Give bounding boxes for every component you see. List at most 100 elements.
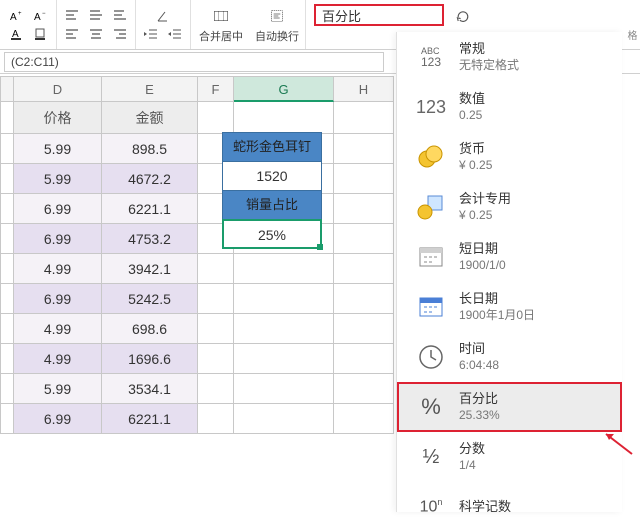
format-option-currency[interactable]: 货币¥ 0.25 — [397, 132, 622, 182]
cell[interactable] — [334, 344, 394, 374]
fill-color-icon[interactable] — [32, 26, 50, 42]
increase-indent-icon[interactable] — [166, 26, 184, 42]
cell[interactable] — [198, 254, 234, 284]
orientation-icon[interactable] — [154, 8, 172, 24]
format-option-percent[interactable]: %百分比25.33% — [397, 382, 622, 432]
format-option-title: 时间 — [459, 341, 499, 358]
cell[interactable] — [334, 224, 394, 254]
align-right-icon[interactable] — [111, 26, 129, 42]
row-header[interactable] — [0, 404, 14, 434]
cell[interactable] — [334, 284, 394, 314]
column-header-f[interactable]: F — [198, 76, 234, 102]
format-option-fraction[interactable]: ½分数1/4 — [397, 432, 622, 482]
cell-amount[interactable]: 6221.1 — [102, 194, 198, 224]
row-header[interactable] — [0, 224, 14, 254]
cell[interactable] — [198, 102, 234, 134]
cell[interactable] — [198, 314, 234, 344]
summary-value[interactable]: 1520 — [222, 161, 322, 191]
cell-amount[interactable]: 3942.1 — [102, 254, 198, 284]
header-price[interactable]: 价格 — [14, 102, 102, 134]
cell-price[interactable]: 5.99 — [14, 164, 102, 194]
summary-title[interactable]: 蛇形金色耳钉 — [222, 132, 322, 162]
name-box[interactable]: (C2:C11) — [4, 52, 384, 72]
cell[interactable] — [198, 344, 234, 374]
cell[interactable] — [234, 344, 334, 374]
format-option-time[interactable]: 时间6:04:48 — [397, 332, 622, 382]
cell[interactable] — [234, 102, 334, 134]
row-header[interactable] — [0, 134, 14, 164]
increase-font-icon[interactable]: A+ — [8, 8, 26, 24]
123-icon: 123 — [415, 91, 447, 123]
row-header[interactable] — [0, 102, 14, 134]
format-option-shortdate[interactable]: 短日期1900/1/0 — [397, 232, 622, 282]
column-header-e[interactable]: E — [102, 76, 198, 102]
decrease-indent-icon[interactable] — [142, 26, 160, 42]
cell[interactable] — [234, 314, 334, 344]
column-header-g[interactable]: G — [234, 76, 334, 102]
cell[interactable] — [234, 404, 334, 434]
format-option-account[interactable]: 会计专用¥ 0.25 — [397, 182, 622, 232]
cell-amount[interactable]: 1696.6 — [102, 344, 198, 374]
cell[interactable] — [334, 164, 394, 194]
cell-price[interactable]: 4.99 — [14, 254, 102, 284]
cell-amount[interactable]: 698.6 — [102, 314, 198, 344]
row-header[interactable] — [0, 254, 14, 284]
cell[interactable] — [334, 374, 394, 404]
cell-price[interactable]: 6.99 — [14, 284, 102, 314]
cell-price[interactable]: 6.99 — [14, 194, 102, 224]
format-option-number[interactable]: 123数值0.25 — [397, 82, 622, 132]
cell[interactable] — [334, 134, 394, 164]
cell[interactable] — [334, 102, 394, 134]
cell[interactable] — [198, 284, 234, 314]
cell-price[interactable]: 4.99 — [14, 344, 102, 374]
align-top-icon[interactable] — [63, 8, 81, 24]
cell[interactable] — [334, 194, 394, 224]
decrease-font-icon[interactable]: A− — [32, 8, 50, 24]
row-header-gutter[interactable] — [0, 76, 14, 102]
row-header[interactable] — [0, 344, 14, 374]
cell-price[interactable]: 6.99 — [14, 404, 102, 434]
row-header[interactable] — [0, 284, 14, 314]
cell-amount[interactable]: 3534.1 — [102, 374, 198, 404]
column-header-d[interactable]: D — [14, 76, 102, 102]
cell[interactable] — [234, 254, 334, 284]
ten-icon: 10n — [415, 491, 447, 512]
format-option-longdate[interactable]: 长日期1900年1月0日 — [397, 282, 622, 332]
cell-amount[interactable]: 898.5 — [102, 134, 198, 164]
cell[interactable] — [198, 404, 234, 434]
header-amount[interactable]: 金额 — [102, 102, 198, 134]
format-option-title: 常规 — [459, 41, 519, 58]
align-bottom-icon[interactable] — [111, 8, 129, 24]
font-size-group: A+ A− A — [4, 0, 57, 49]
align-left-icon[interactable] — [63, 26, 81, 42]
format-option-general[interactable]: ABC123常规无特定格式 — [397, 32, 622, 82]
merge-center-button[interactable]: 合并居中 — [193, 0, 249, 49]
row-header[interactable] — [0, 164, 14, 194]
cell-price[interactable]: 5.99 — [14, 134, 102, 164]
align-middle-icon[interactable] — [87, 8, 105, 24]
cell-price[interactable]: 6.99 — [14, 224, 102, 254]
cell-price[interactable]: 5.99 — [14, 374, 102, 404]
cell[interactable] — [334, 404, 394, 434]
cell-price[interactable]: 4.99 — [14, 314, 102, 344]
summary-ratio-cell[interactable]: 25% — [222, 219, 322, 249]
repeat-icon[interactable] — [452, 6, 474, 28]
format-option-sci[interactable]: 10n科学记数 — [397, 482, 622, 512]
align-center-icon[interactable] — [87, 26, 105, 42]
cell-amount[interactable]: 5242.5 — [102, 284, 198, 314]
row-header[interactable] — [0, 314, 14, 344]
cell-amount[interactable]: 6221.1 — [102, 404, 198, 434]
font-color-icon[interactable]: A — [8, 26, 26, 42]
cell-amount[interactable]: 4753.2 — [102, 224, 198, 254]
column-header-h[interactable]: H — [334, 76, 394, 102]
cell[interactable] — [198, 374, 234, 404]
cell[interactable] — [234, 284, 334, 314]
cell-amount[interactable]: 4672.2 — [102, 164, 198, 194]
cell[interactable] — [334, 314, 394, 344]
wrap-text-button[interactable]: 自动换行 — [249, 0, 306, 49]
cell[interactable] — [234, 374, 334, 404]
row-header[interactable] — [0, 374, 14, 404]
row-header[interactable] — [0, 194, 14, 224]
summary-ratio-label[interactable]: 销量占比 — [222, 190, 322, 220]
cell[interactable] — [334, 254, 394, 284]
